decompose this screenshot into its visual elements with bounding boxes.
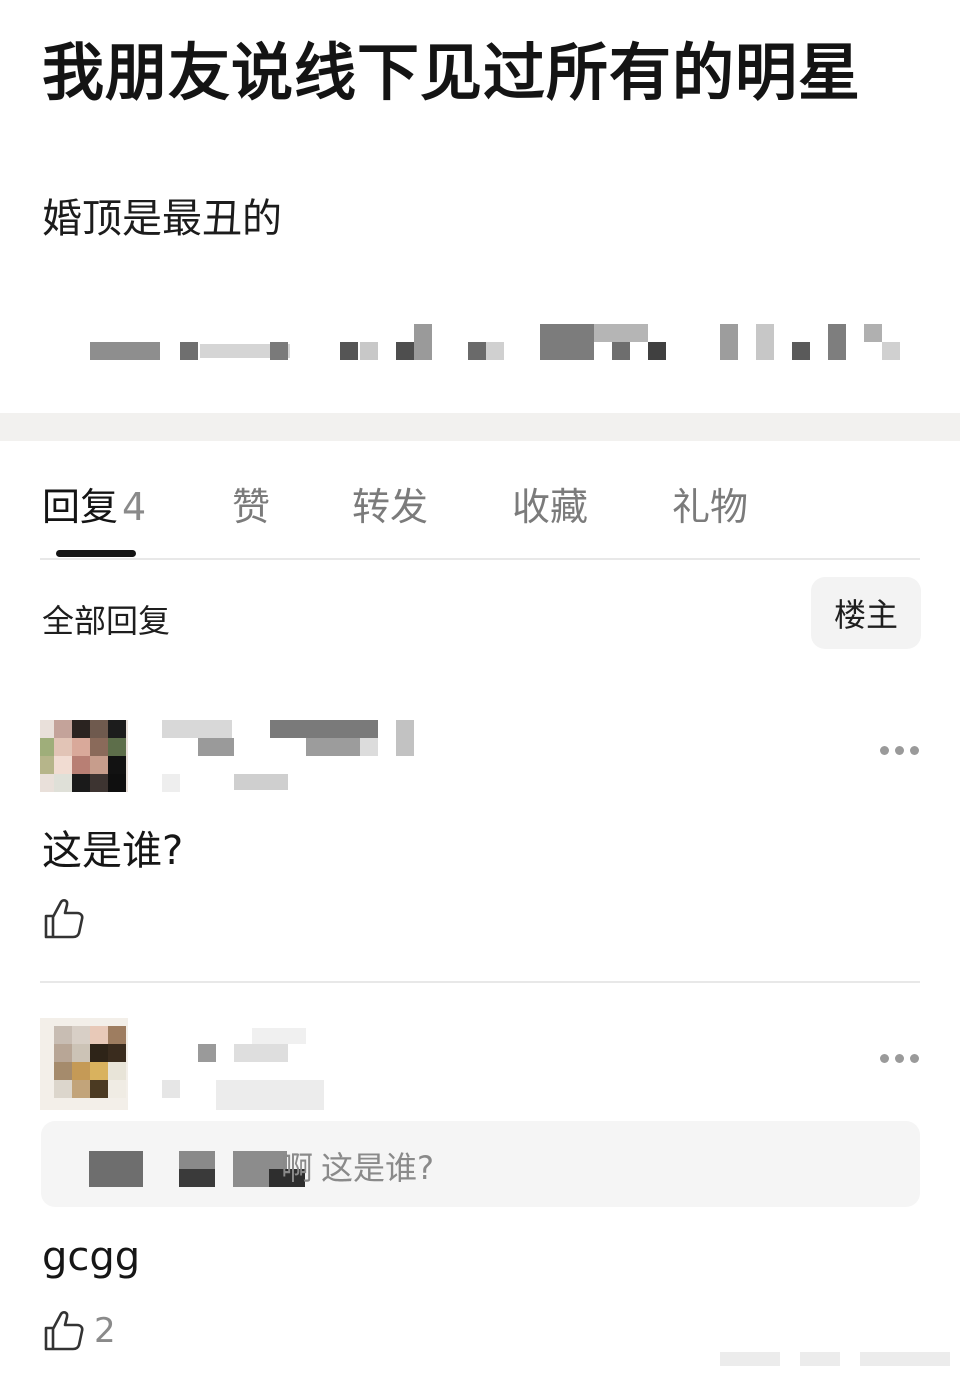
tab-replies-label: 回复: [42, 485, 119, 529]
comment-divider: [40, 981, 920, 983]
username-pixelated: [162, 720, 422, 792]
like-button[interactable]: [42, 897, 102, 941]
post-body: 婚顶是最丑的: [42, 196, 282, 242]
tab-replies-count: 4: [122, 485, 147, 529]
post-title: 我朋友说线下见过所有的明星: [42, 36, 862, 109]
all-replies-label: 全部回复: [42, 602, 171, 640]
thumbs-up-icon: [44, 899, 84, 939]
tab-likes[interactable]: 赞: [232, 476, 270, 531]
tab-reposts[interactable]: 转发: [352, 476, 428, 531]
more-dots-icon[interactable]: [880, 1052, 920, 1064]
comment-text: gcgg: [42, 1234, 141, 1280]
tab-gifts[interactable]: 礼物: [672, 476, 748, 531]
tab-gifts-label: 礼物: [672, 485, 749, 529]
quoted-username-suffix: 啊: [281, 1149, 314, 1187]
pixelated-signature: [90, 322, 910, 360]
tab-replies[interactable]: 回复 4: [42, 476, 146, 531]
tab-likes-label: 赞: [232, 485, 271, 529]
thumbs-up-icon: [44, 1311, 84, 1351]
watermark: [720, 1352, 960, 1368]
tab-favorites-label: 收藏: [512, 485, 589, 529]
like-count: 2: [94, 1311, 116, 1351]
comment-text: 这是谁?: [42, 828, 184, 874]
more-dots-icon[interactable]: [880, 744, 920, 756]
username-pixelated: [162, 1028, 342, 1110]
quoted-reply[interactable]: 啊 这是谁?: [41, 1121, 920, 1207]
avatar[interactable]: [40, 720, 128, 792]
tab-reposts-label: 转发: [352, 485, 429, 529]
quoted-text: 这是谁?: [321, 1149, 434, 1187]
section-divider: [0, 413, 960, 441]
op-only-button[interactable]: 楼主: [811, 577, 921, 649]
tab-favorites[interactable]: 收藏: [512, 476, 588, 531]
quoted-username-pixelated: [71, 1151, 311, 1189]
active-tab-indicator: [56, 550, 136, 557]
avatar[interactable]: [40, 1018, 128, 1110]
like-button[interactable]: 2: [42, 1309, 162, 1353]
tabs-divider: [40, 558, 920, 560]
